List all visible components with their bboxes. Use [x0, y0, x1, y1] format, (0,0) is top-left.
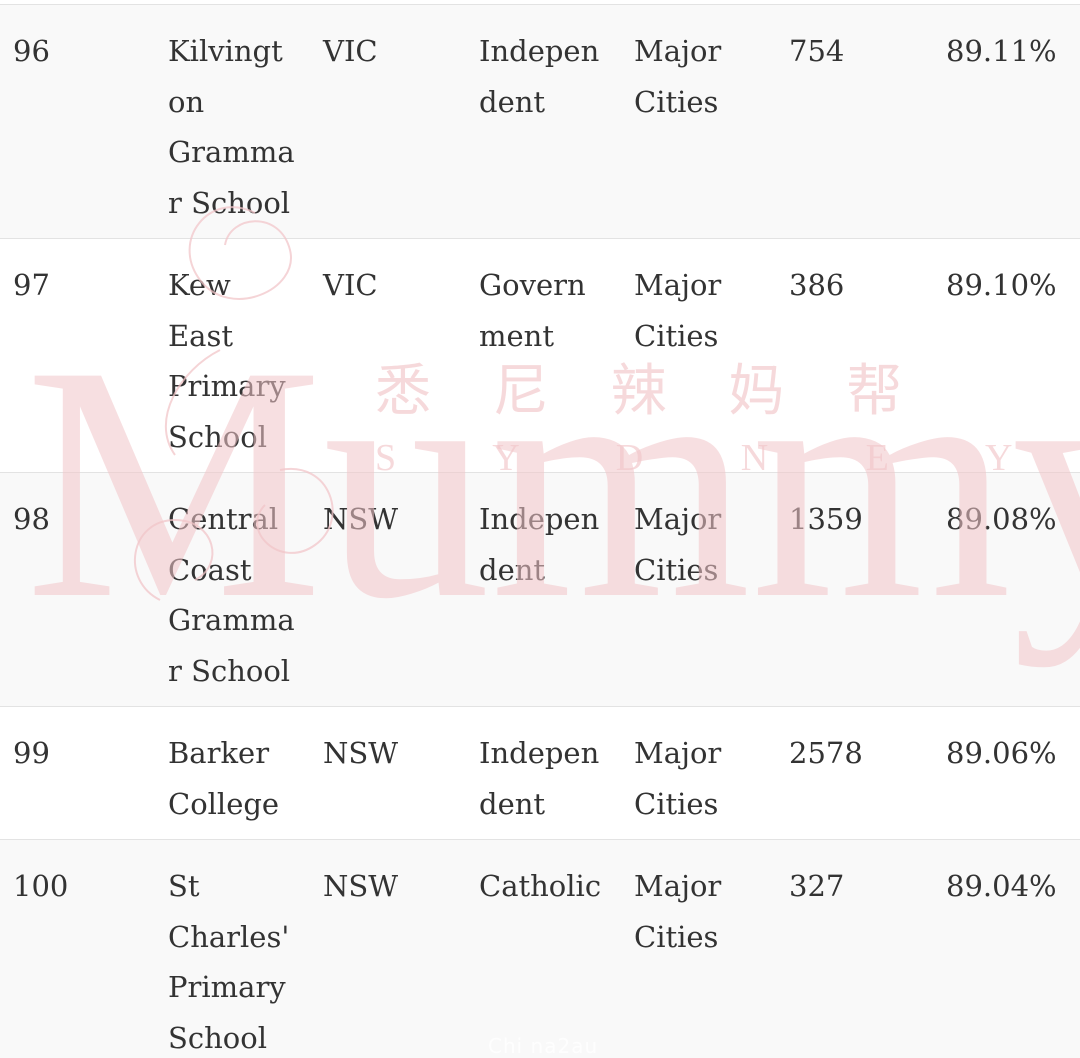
percent-cell: 89.04%	[946, 869, 1057, 903]
location-cell: Major Cities	[634, 728, 721, 829]
school-name-cell: St Charles' Primary School	[168, 861, 289, 1058]
sector-line: ment	[479, 318, 554, 353]
location-cell: Major Cities	[634, 260, 721, 361]
count-cell: 1359	[789, 502, 863, 536]
sector-line: Catholic	[479, 869, 602, 903]
rank-cell: 99	[13, 736, 50, 770]
location-line: Major	[634, 502, 722, 536]
location-line: Major	[634, 736, 722, 770]
count-cell: 2578	[789, 736, 863, 770]
rank-cell: 100	[13, 869, 69, 903]
state-cell: NSW	[323, 736, 399, 770]
school-name-line: School	[168, 419, 267, 454]
school-name-line: r School	[168, 185, 291, 220]
table-row: 98 Central Coast Gramma r School NSW Ind…	[0, 473, 1080, 707]
sector-line: Govern	[479, 268, 586, 302]
school-name-line: Barker	[168, 736, 270, 770]
school-name-cell: Kew East Primary School	[168, 260, 286, 462]
school-name-line: East	[168, 318, 233, 353]
school-ranking-table: 96 Kilvingt on Gramma r School VIC Indep…	[0, 4, 1080, 1058]
school-name-cell: Barker College	[168, 728, 279, 829]
rank-cell: 97	[13, 268, 50, 302]
location-line: Major	[634, 34, 722, 68]
school-name-line: Gramma	[168, 135, 295, 169]
count-cell: 754	[789, 34, 845, 68]
school-name-line: r School	[168, 653, 291, 688]
school-name-line: on	[168, 84, 205, 119]
location-line: Cities	[634, 84, 719, 119]
sector-cell: Indepen dent	[479, 26, 599, 127]
count-cell: 327	[789, 869, 845, 903]
sector-line: Indepen	[479, 502, 600, 536]
table-row: 99 Barker College NSW Indepen dent Major…	[0, 707, 1080, 840]
school-name-line: Kew	[168, 268, 231, 302]
location-cell: Major Cities	[634, 861, 721, 962]
state-cell: VIC	[323, 34, 378, 68]
location-cell: Major Cities	[634, 494, 721, 595]
count-cell: 386	[789, 268, 845, 302]
rank-cell: 96	[13, 34, 50, 68]
sector-line: dent	[479, 552, 546, 587]
school-name-line: Coast	[168, 552, 252, 587]
sector-line: dent	[479, 786, 546, 821]
sector-cell: Indepen dent	[479, 494, 599, 595]
school-name-line: Primary	[168, 970, 286, 1004]
school-name-line: St	[168, 869, 200, 903]
school-name-line: Charles'	[168, 919, 290, 954]
table-row: 96 Kilvingt on Gramma r School VIC Indep…	[0, 5, 1080, 239]
percent-cell: 89.08%	[946, 502, 1057, 536]
table-row: 97 Kew East Primary School VIC Govern me…	[0, 239, 1080, 473]
sector-cell: Govern ment	[479, 260, 586, 361]
location-line: Cities	[634, 786, 719, 821]
location-line: Cities	[634, 552, 719, 587]
school-name-cell: Kilvingt on Gramma r School	[168, 26, 295, 228]
location-line: Cities	[634, 318, 719, 353]
sector-cell: Indepen dent	[479, 728, 599, 829]
sector-line: dent	[479, 84, 546, 119]
school-name-line: School	[168, 1020, 267, 1055]
school-name-line: College	[168, 786, 280, 821]
location-cell: Major Cities	[634, 26, 721, 127]
location-line: Cities	[634, 919, 719, 954]
sector-cell: Catholic	[479, 861, 601, 912]
table-row: 100 St Charles' Primary School NSW Catho…	[0, 840, 1080, 1058]
footer-watermark: Chi na2au	[488, 1034, 599, 1058]
sector-line: Indepen	[479, 34, 600, 68]
percent-cell: 89.11%	[946, 34, 1057, 68]
state-cell: NSW	[323, 502, 399, 536]
location-line: Major	[634, 268, 722, 302]
percent-cell: 89.10%	[946, 268, 1057, 302]
school-name-line: Kilvingt	[168, 34, 283, 68]
state-cell: VIC	[323, 268, 378, 302]
location-line: Major	[634, 869, 722, 903]
school-name-line: Gramma	[168, 603, 295, 637]
state-cell: NSW	[323, 869, 399, 903]
school-name-cell: Central Coast Gramma r School	[168, 494, 295, 696]
school-name-line: Central	[168, 502, 279, 536]
school-name-line: Primary	[168, 369, 286, 403]
sector-line: Indepen	[479, 736, 600, 770]
rank-cell: 98	[13, 502, 50, 536]
percent-cell: 89.06%	[946, 736, 1057, 770]
